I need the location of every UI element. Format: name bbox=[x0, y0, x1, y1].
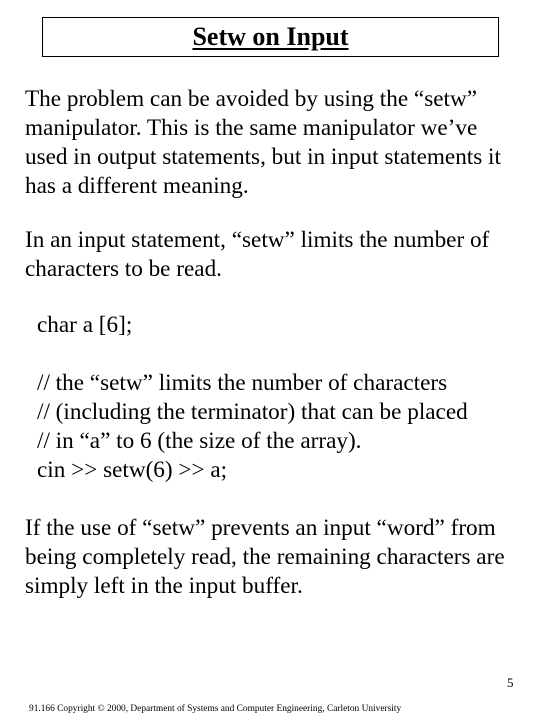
code-comment-line: // (including the terminator) that can b… bbox=[37, 399, 468, 425]
text-line: simply left in the input buffer. bbox=[25, 573, 303, 599]
code-block: // the “setw” limits the number of chara… bbox=[37, 369, 517, 485]
code-declaration: char a [6]; bbox=[37, 311, 517, 340]
title-box: Setw on Input bbox=[42, 17, 499, 57]
conclusion-paragraph: If the use of “setw” prevents an input “… bbox=[25, 514, 530, 601]
setw-input-paragraph: In an input statement, “setw” limits the… bbox=[25, 226, 530, 284]
copyright-footer: 91.166 Copyright © 2000, Department of S… bbox=[29, 704, 402, 714]
text-line: In an input statement, “setw” limits the… bbox=[25, 227, 490, 253]
code-comment-line: // the “setw” limits the number of chara… bbox=[37, 370, 448, 396]
text-line: has a different meaning. bbox=[25, 173, 249, 199]
slide-title: Setw on Input bbox=[192, 22, 349, 51]
code-statement-line: cin >> setw(6) >> a; bbox=[37, 457, 228, 483]
page-number: 5 bbox=[507, 675, 514, 690]
code-line: char a [6]; bbox=[37, 312, 133, 338]
text-line: being completely read, the remaining cha… bbox=[25, 544, 505, 570]
text-line: used in output statements, but in input … bbox=[25, 144, 501, 170]
text-line: The problem can be avoided by using the … bbox=[25, 86, 478, 112]
text-line: characters to be read. bbox=[25, 256, 222, 282]
intro-paragraph: The problem can be avoided by using the … bbox=[25, 85, 530, 201]
text-line: If the use of “setw” prevents an input “… bbox=[25, 515, 496, 541]
code-comment-line: // in “a” to 6 (the size of the array). bbox=[37, 428, 362, 454]
text-line: manipulator. This is the same manipulato… bbox=[25, 115, 478, 141]
